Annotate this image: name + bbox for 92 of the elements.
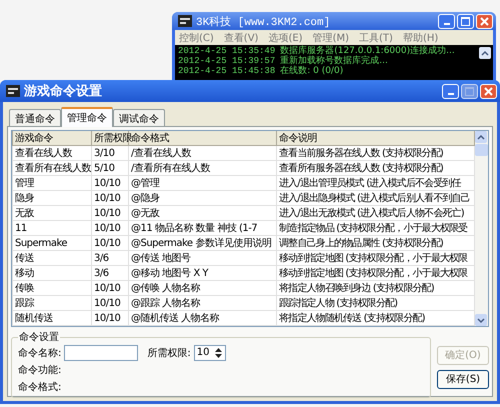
table-cell: 10/10 [92, 190, 128, 206]
menu-item[interactable]: 工具(T) [359, 30, 393, 44]
tab[interactable]: 普通命令 [9, 109, 61, 126]
group-title: 命令设置 [18, 330, 60, 344]
log-time: 2012-4-25 15:39:57 [178, 56, 276, 66]
table-cell: 随机传送 [12, 310, 92, 326]
log-message: 数据库服务器(127.0.0.1:6000)连接成功... [280, 46, 455, 56]
field-label: 所需权限: [147, 346, 191, 360]
maximize-button[interactable] [461, 84, 478, 98]
log-message: 在线数: 0 (0/0) [280, 66, 344, 76]
table-cell: 10/10 [92, 220, 128, 236]
table-cell: @Supermake 参数详见使用说明 [128, 236, 276, 250]
scroll-up-icon[interactable] [475, 131, 487, 143]
dialog-button[interactable]: 保存(S) [437, 370, 489, 388]
table-cell: 5/10 [92, 160, 128, 176]
table-cell: 制造指定物品 (支持权限分配，小于最大权限受 [276, 220, 474, 236]
table-cell: 3/6 [92, 266, 128, 280]
tab[interactable]: 管理命令 [61, 107, 113, 127]
table-cell: @跟踪 人物名称 [128, 296, 276, 310]
table-cell: 查看所有在线人数 [12, 160, 92, 176]
table-cell: 隐身 [12, 190, 92, 206]
table-cell: 将指定人物召唤到身边 (支持权限分配) [276, 280, 474, 296]
close-button[interactable] [476, 14, 493, 28]
close-button[interactable] [480, 84, 497, 98]
table-cell: @传送 地图号 [128, 250, 276, 266]
maximize-icon [465, 86, 474, 96]
minimize-button[interactable] [442, 84, 459, 98]
table-cell: 跟踪 [12, 296, 92, 310]
scrollbar[interactable] [475, 131, 488, 326]
table-cell: 调整自己身上的物品属性 (支持权限分配) [276, 236, 474, 250]
field-label: 命令名称: [18, 346, 62, 360]
close-icon [480, 16, 489, 26]
table-cell: 10/10 [92, 236, 128, 250]
table-cell: @传唤 人物名称 [128, 280, 276, 296]
menu-item[interactable]: 管理(M) [312, 30, 350, 44]
window-title: 3K科技 [www.3KM2.com] [196, 15, 330, 28]
menu-item[interactable]: 帮助(H) [402, 30, 438, 44]
table-cell: 10/10 [92, 310, 128, 326]
table-cell: 10/10 [92, 176, 128, 190]
menu-item[interactable]: 选项(E) [268, 30, 303, 44]
table-cell: @无敌 [128, 206, 276, 220]
log-time: 2012-4-25 15:35:49 [178, 46, 276, 56]
table-cell: 传唤 [12, 280, 92, 296]
table-cell: /查看所有在线人数 [128, 160, 276, 176]
table-cell: @隐身 [128, 190, 276, 206]
table-cell: 传送 [12, 250, 92, 266]
table-cell: @随机传送 人物名称 [128, 310, 276, 326]
spinner-arrows-icon[interactable] [214, 346, 223, 360]
scroll-down-icon[interactable] [475, 314, 487, 326]
column-header[interactable]: 命令说明 [276, 131, 474, 146]
log-message: 重新加载称号数据库完成... [280, 56, 388, 66]
maximize-icon [461, 16, 470, 26]
table-cell: 10/10 [92, 280, 128, 296]
table-cell: @管理 [128, 176, 276, 190]
close-icon [484, 86, 493, 96]
table-cell: 查看所有服务器在线人数 (支持权限分配) [276, 160, 474, 176]
tab[interactable]: 调试命令 [113, 109, 165, 126]
table-cell: 进入/退出隐身模式 (进入模式后别人看不到自己 [276, 190, 474, 206]
field-label: 命令功能: [18, 364, 62, 376]
table-cell: 管理 [12, 176, 92, 190]
log-time: 2012-4-25 15:45:38 [178, 66, 276, 76]
field-label: 命令格式: [18, 380, 62, 394]
column-header[interactable]: 游戏命令 [12, 131, 92, 146]
table-cell: 无敌 [12, 206, 92, 220]
table-cell: 10/10 [92, 296, 128, 310]
window-title: 游戏命令设置 [24, 83, 102, 100]
table-cell: @11 物品名称 数量 神技 (1-7 [128, 220, 276, 236]
table-cell: 11 [12, 220, 92, 236]
table-cell: 查看在线人数 [12, 146, 92, 160]
table-cell: 移动到指定地图 (支持权限分配，小于最大权限 [276, 250, 474, 266]
scroll-up-icon[interactable] [479, 47, 491, 59]
minimize-button[interactable] [438, 14, 455, 28]
table-cell: @移动 地图号 X Y [128, 266, 276, 280]
table-cell: 将指定人物随机传送 (支持权限分配) [276, 310, 474, 326]
menu-item[interactable]: 查看(V) [224, 30, 258, 44]
table-cell: 跟踪指定人物 (支持权限分配) [276, 296, 474, 310]
table-cell: 10/10 [92, 206, 128, 220]
table-cell: 3/10 [92, 146, 128, 160]
table-cell: 移动 [12, 266, 92, 280]
menu-item[interactable]: 控制(C) [179, 30, 214, 44]
table-cell: /查看在线人数 [128, 146, 276, 160]
spinner-field[interactable]: 10 [194, 344, 226, 360]
table-cell: Supermake [12, 236, 92, 250]
app-icon [178, 15, 192, 27]
table-cell: 进入/退出管理员模式 (进入模式后不会受到任 [276, 176, 474, 190]
input-field[interactable] [64, 344, 138, 360]
table-cell: 移动到指定地图 (支持权限分配，小于最大权限 [276, 266, 474, 280]
app-icon [6, 85, 20, 97]
table-cell: 查看当前服务器在线人数 (支持权限分配) [276, 146, 474, 160]
table-cell: 3/6 [92, 250, 128, 266]
table-cell: 进入/退出无敌模式 (进入模式后人物不会死亡) [276, 206, 474, 220]
scroll-thumb[interactable] [475, 144, 488, 156]
